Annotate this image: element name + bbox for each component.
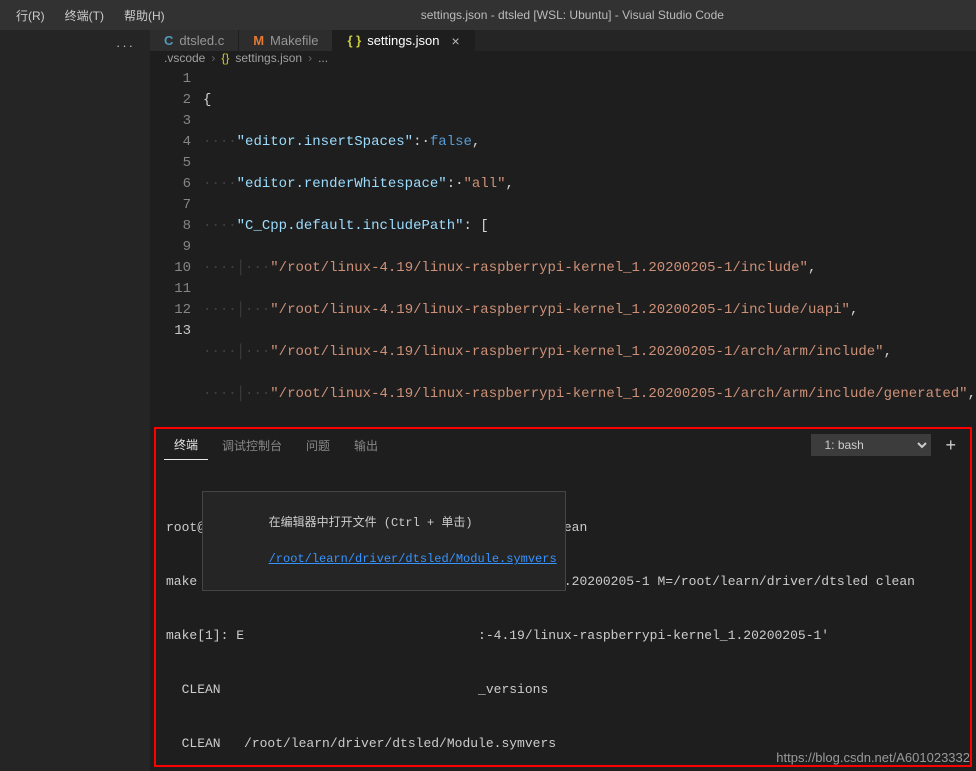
terminal-output[interactable]: 在编辑器中打开文件 (Ctrl + 单击) /root/learn/driver… [156, 461, 970, 765]
chevron-right-icon: › [211, 51, 215, 65]
window-title: settings.json - dtsled [WSL: Ubuntu] - V… [177, 8, 968, 22]
panel-tab-problems[interactable]: 问题 [296, 431, 340, 460]
breadcrumb[interactable]: .vscode › {} settings.json › ... [150, 51, 976, 65]
json-file-icon: {} [221, 51, 229, 65]
editor-tabs: C dtsled.c M Makefile { } settings.json … [150, 30, 976, 51]
panel-tab-debug[interactable]: 调试控制台 [212, 431, 292, 460]
tab-label: dtsled.c [179, 33, 224, 48]
tab-makefile[interactable]: M Makefile [239, 30, 333, 51]
makefile-icon: M [253, 33, 264, 48]
panel-terminal: 终端 调试控制台 问题 输出 1: bash + 在编辑器中打开文件 (Ctrl… [154, 427, 972, 767]
panel-tabs: 终端 调试控制台 问题 输出 1: bash + [156, 429, 970, 461]
code-editor[interactable]: 1 2 3 4 5 6 7 8 9 10 11 12 13 { ····"edi… [150, 65, 976, 423]
editor-group: C dtsled.c M Makefile { } settings.json … [150, 30, 976, 771]
overflow-icon[interactable]: ··· [116, 38, 135, 53]
link-tooltip: 在编辑器中打开文件 (Ctrl + 单击) /root/learn/driver… [202, 491, 566, 591]
breadcrumb-part[interactable]: ... [318, 51, 328, 65]
breadcrumb-part[interactable]: settings.json [235, 51, 302, 65]
new-terminal-button[interactable]: + [939, 435, 962, 456]
tab-dtsled-c[interactable]: C dtsled.c [150, 30, 239, 51]
terminal-selector[interactable]: 1: bash [811, 434, 931, 456]
menu-help[interactable]: 帮助(H) [116, 3, 173, 28]
menu-bar: 行(R) 终端(T) 帮助(H) settings.json - dtsled … [0, 0, 976, 30]
code-content[interactable]: { ····"editor.insertSpaces":·false, ····… [203, 65, 976, 423]
side-bar: ··· [0, 30, 150, 771]
close-icon[interactable]: × [451, 33, 459, 49]
terminal-line: make[1]: E :-4.19/linux-raspberrypi-kern… [166, 627, 960, 645]
terminal-line: CLEAN _versions [166, 681, 960, 699]
menu-run[interactable]: 行(R) [8, 3, 53, 28]
panel-tab-output[interactable]: 输出 [344, 431, 388, 460]
menu-terminal[interactable]: 终端(T) [57, 3, 112, 28]
panel-tab-terminal[interactable]: 终端 [164, 430, 208, 460]
breadcrumb-part[interactable]: .vscode [164, 51, 205, 65]
tab-label: Makefile [270, 33, 318, 48]
line-gutter: 1 2 3 4 5 6 7 8 9 10 11 12 13 [150, 65, 203, 423]
c-file-icon: C [164, 33, 173, 48]
watermark: https://blog.csdn.net/A601023332 [776, 750, 970, 765]
json-file-icon: { } [347, 33, 361, 48]
tab-settings-json[interactable]: { } settings.json × [333, 30, 474, 51]
tab-label: settings.json [367, 33, 439, 48]
chevron-right-icon: › [308, 51, 312, 65]
tooltip-link[interactable]: /root/learn/driver/dtsled/Module.symvers [269, 552, 557, 566]
